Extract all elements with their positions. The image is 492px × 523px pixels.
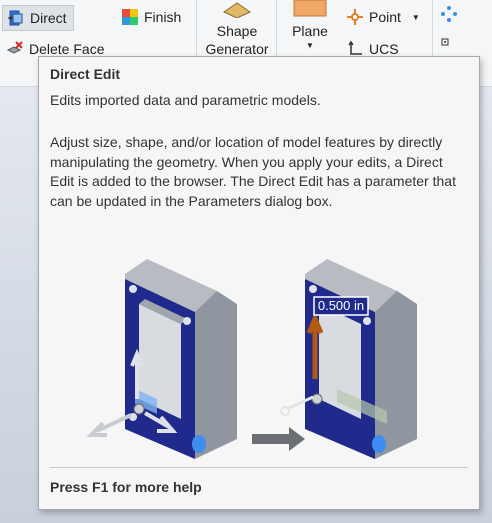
point-label: Point (369, 9, 401, 25)
delete-face-icon (6, 40, 24, 58)
shape-generator-button[interactable]: Shape Generator (205, 0, 269, 57)
chevron-down-icon[interactable]: ▼ (412, 13, 420, 22)
dimension-value-label: 0.500 in (318, 298, 364, 313)
tooltip-title: Direct Edit (50, 66, 121, 82)
mirror-button[interactable] (440, 36, 458, 54)
direct-label: Direct (30, 10, 67, 26)
tooltip-subtitle: Edits imported data and parametric model… (50, 92, 321, 108)
point-icon (346, 8, 364, 26)
tooltip-description: Adjust size, shape, and/or location of m… (50, 134, 456, 209)
circular-pattern-icon (440, 5, 458, 23)
shape-label-2: Generator (205, 41, 269, 57)
direct-button[interactable]: Direct (2, 5, 74, 31)
shape-generator-icon (220, 0, 254, 21)
circular-pattern-button[interactable] (440, 5, 458, 23)
delete-face-label: Delete Face (29, 41, 105, 57)
plane-button[interactable]: Plane ▼ (288, 0, 332, 50)
plane-label: Plane (292, 23, 328, 39)
tooltip-illustration: 0.500 in (86, 259, 417, 459)
chevron-down-icon[interactable]: ▼ (306, 41, 314, 50)
part-before (86, 259, 237, 459)
direct-edit-icon (7, 9, 25, 27)
transition-arrow-icon (252, 427, 305, 451)
point-button[interactable]: Point ▼ (346, 6, 420, 28)
finish-icon (121, 8, 139, 26)
shape-label: Shape (216, 23, 258, 39)
part-after (280, 259, 417, 459)
ucs-label: UCS (369, 41, 399, 57)
finish-button[interactable]: Finish (121, 6, 181, 28)
mirror-icon (440, 36, 458, 54)
direct-edit-tooltip: Direct Edit Edits imported data and para… (38, 56, 480, 510)
tooltip-help-text: Press F1 for more help (50, 479, 202, 495)
finish-label: Finish (144, 9, 182, 25)
tooltip-divider (50, 467, 468, 468)
plane-icon (290, 0, 330, 21)
